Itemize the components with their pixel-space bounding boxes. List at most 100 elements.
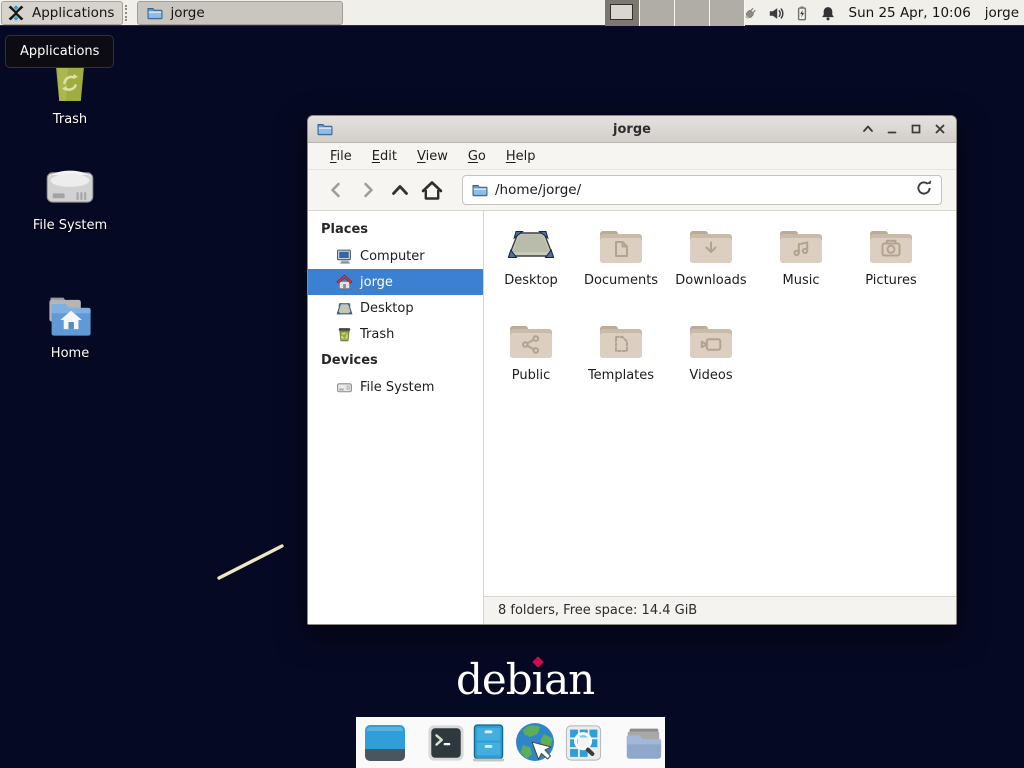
close-button[interactable] bbox=[931, 121, 948, 138]
file-label: Documents bbox=[584, 273, 658, 288]
menu-help[interactable]: Help bbox=[496, 145, 546, 168]
window-titlebar[interactable]: jorge bbox=[308, 116, 956, 143]
dock-panel bbox=[356, 717, 665, 768]
file-grid: Desktop Documents Downloads Music Pictur… bbox=[484, 211, 956, 596]
desktop-icon-home[interactable]: Home bbox=[22, 292, 118, 361]
home-large-icon bbox=[44, 292, 96, 342]
menu-edit[interactable]: Edit bbox=[362, 145, 407, 168]
sidebar-item-computer[interactable]: Computer bbox=[308, 243, 483, 269]
shade-button[interactable] bbox=[859, 121, 876, 138]
workspace-cell-2[interactable] bbox=[640, 0, 675, 26]
panel-handle[interactable] bbox=[125, 5, 134, 21]
window-body: Places Computer jorge Desktop TrashDevic… bbox=[308, 211, 956, 624]
file-item-desktop[interactable]: Desktop bbox=[486, 223, 576, 318]
app-finder-icon[interactable] bbox=[565, 724, 602, 762]
xfce-menu-icon bbox=[6, 3, 26, 23]
desktop-root: Applications jorge Sun 25 Apr, 10:06 jor… bbox=[0, 0, 1024, 768]
desktop-icon-file-system[interactable]: File System bbox=[22, 166, 118, 233]
applications-tooltip: Applications bbox=[5, 35, 114, 68]
taskbar-window-label: jorge bbox=[170, 5, 204, 21]
volume-icon[interactable] bbox=[768, 5, 785, 22]
maximize-button[interactable] bbox=[907, 121, 924, 138]
folder-icon bbox=[146, 5, 163, 21]
tooltip-text: Applications bbox=[20, 44, 99, 59]
debian-logo: debıan bbox=[456, 659, 594, 701]
folder-video-icon bbox=[687, 318, 735, 362]
trash-small-icon bbox=[336, 326, 353, 343]
sidebar-item-label: File System bbox=[360, 380, 434, 395]
taskbar-window-button[interactable]: jorge bbox=[137, 1, 343, 25]
file-label: Music bbox=[783, 273, 820, 288]
sidebar-item-file-system[interactable]: File System bbox=[308, 374, 483, 400]
statusbar-text: 8 folders, Free space: 14.4 GiB bbox=[498, 603, 697, 618]
desktop-icon-label: Trash bbox=[53, 112, 87, 127]
menu-go[interactable]: Go bbox=[458, 145, 496, 168]
workspace-cell-1[interactable] bbox=[605, 0, 640, 26]
up-button[interactable] bbox=[386, 176, 414, 204]
sidebar-item-jorge[interactable]: jorge bbox=[308, 269, 483, 295]
workspace-cell-4[interactable] bbox=[710, 0, 745, 26]
drive-small-icon bbox=[336, 379, 353, 396]
file-item-music[interactable]: Music bbox=[756, 223, 846, 318]
show-desktop-icon[interactable] bbox=[363, 723, 407, 763]
notification-bell-icon[interactable] bbox=[820, 5, 837, 22]
file-label: Templates bbox=[588, 368, 654, 383]
sidebar-item-label: jorge bbox=[360, 275, 393, 290]
file-item-pictures[interactable]: Pictures bbox=[846, 223, 936, 318]
file-item-public[interactable]: Public bbox=[486, 318, 576, 413]
file-label: Pictures bbox=[865, 273, 916, 288]
workspace-window-thumb bbox=[610, 4, 633, 20]
sidebar-item-desktop[interactable]: Desktop bbox=[308, 295, 483, 321]
desktop-icon-label: Home bbox=[51, 346, 89, 361]
file-item-downloads[interactable]: Downloads bbox=[666, 223, 756, 318]
applications-menu-button[interactable]: Applications bbox=[1, 1, 123, 25]
window-toolbar: /home/jorge/ bbox=[308, 170, 956, 211]
home-small-icon bbox=[336, 274, 353, 291]
file-cabinet-icon[interactable] bbox=[472, 723, 505, 763]
file-label: Videos bbox=[689, 368, 732, 383]
path-entry[interactable]: /home/jorge/ bbox=[462, 175, 942, 205]
applications-menu-label: Applications bbox=[32, 5, 114, 21]
debian-logo-i: ı bbox=[532, 659, 544, 701]
wallpaper-line-artifact bbox=[210, 538, 290, 588]
menu-file[interactable]: File bbox=[320, 145, 362, 168]
home-button[interactable] bbox=[418, 176, 446, 204]
power-plug-icon[interactable] bbox=[742, 5, 759, 22]
sidebar-item-label: Desktop bbox=[360, 301, 414, 316]
sidebar-header-devices: Devices bbox=[308, 347, 483, 374]
panel-username[interactable]: jorge bbox=[985, 5, 1019, 21]
system-tray bbox=[742, 5, 837, 22]
sidebar-header-places: Places bbox=[308, 216, 483, 243]
folder-camera-icon bbox=[867, 223, 915, 267]
minimize-button[interactable] bbox=[883, 121, 900, 138]
panel-clock[interactable]: Sun 25 Apr, 10:06 bbox=[849, 5, 971, 21]
menu-view[interactable]: View bbox=[407, 145, 458, 168]
main-view: Desktop Documents Downloads Music Pictur… bbox=[484, 211, 956, 624]
back-button[interactable] bbox=[322, 176, 350, 204]
file-item-videos[interactable]: Videos bbox=[666, 318, 756, 413]
computer-icon bbox=[336, 248, 353, 265]
path-text: /home/jorge/ bbox=[495, 182, 908, 198]
reload-icon[interactable] bbox=[915, 179, 933, 201]
file-label: Desktop bbox=[504, 273, 558, 288]
terminal-icon[interactable] bbox=[427, 724, 465, 762]
folder-document-icon bbox=[597, 223, 645, 267]
file-label: Downloads bbox=[675, 273, 746, 288]
sidebar-item-trash[interactable]: Trash bbox=[308, 321, 483, 347]
workspace-switcher[interactable] bbox=[605, 0, 745, 26]
battery-charging-icon[interactable] bbox=[794, 5, 811, 22]
file-label: Public bbox=[512, 368, 550, 383]
debian-logo-diamond bbox=[532, 656, 543, 667]
folder-template-icon bbox=[597, 318, 645, 362]
file-manager-window: jorge FileEditViewGoHelp /home/jorge/ Pl… bbox=[307, 115, 957, 625]
drive-large-icon bbox=[44, 166, 96, 214]
web-browser-icon[interactable] bbox=[512, 721, 558, 765]
folder-download-icon bbox=[687, 223, 735, 267]
file-item-templates[interactable]: Templates bbox=[576, 318, 666, 413]
forward-button[interactable] bbox=[354, 176, 382, 204]
desktop-icon-label: File System bbox=[33, 218, 107, 233]
dock-folder-icon[interactable] bbox=[622, 723, 664, 763]
workspace-cell-3[interactable] bbox=[675, 0, 710, 26]
folder-share-icon bbox=[507, 318, 555, 362]
file-item-documents[interactable]: Documents bbox=[576, 223, 666, 318]
